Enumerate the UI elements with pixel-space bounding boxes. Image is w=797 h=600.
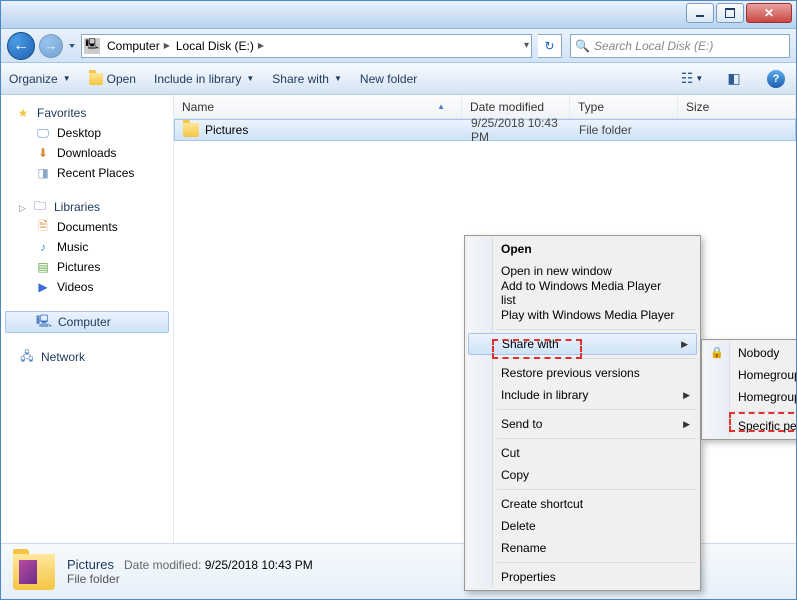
computer-icon: 🖳 bbox=[84, 38, 100, 54]
column-date[interactable]: Date modified bbox=[462, 95, 570, 118]
ctx-homegroup-readwrite[interactable]: Homegroup (Read/Write) bbox=[704, 386, 797, 408]
details-date-label: Date modified: bbox=[124, 558, 201, 572]
ctx-rename[interactable]: Rename bbox=[467, 537, 698, 559]
context-menu: Open Open in new window Add to Windows M… bbox=[464, 235, 701, 591]
address-bar[interactable]: 🖳 Computer▶ Local Disk (E:)▶ ▾ bbox=[81, 34, 532, 58]
refresh-button[interactable]: ↻ bbox=[538, 34, 562, 58]
computer-icon: 🖳 bbox=[36, 314, 52, 330]
navigation-pane: ★Favorites 🖵Desktop ⬇Downloads ◨Recent P… bbox=[1, 95, 173, 543]
ctx-include-in-library[interactable]: Include in library▶ bbox=[467, 384, 698, 406]
search-icon: 🔍 bbox=[575, 39, 590, 53]
desktop-icon: 🖵 bbox=[35, 125, 51, 141]
documents-icon: 🗎 bbox=[35, 219, 51, 235]
sidebar-documents[interactable]: 🗎Documents bbox=[1, 217, 173, 237]
ctx-create-shortcut[interactable]: Create shortcut bbox=[467, 493, 698, 515]
folder-icon bbox=[183, 123, 199, 137]
open-button[interactable]: Open bbox=[89, 72, 136, 86]
nav-history-dropdown[interactable] bbox=[69, 44, 75, 48]
sidebar-music[interactable]: ♪Music bbox=[1, 237, 173, 257]
help-button[interactable]: ? bbox=[764, 70, 788, 88]
sidebar-computer[interactable]: 🖳Computer bbox=[5, 311, 169, 333]
nav-bar: ← → 🖳 Computer▶ Local Disk (E:)▶ ▾ ↻ 🔍 S… bbox=[1, 29, 796, 63]
downloads-icon: ⬇ bbox=[35, 145, 51, 161]
preview-pane-button[interactable]: ◧ bbox=[722, 70, 746, 87]
lock-icon: 🔒 bbox=[710, 346, 724, 360]
include-in-library-button[interactable]: Include in library▼ bbox=[154, 72, 254, 86]
ctx-delete[interactable]: Delete bbox=[467, 515, 698, 537]
organize-button[interactable]: Organize▼ bbox=[9, 72, 71, 86]
column-size[interactable]: Size bbox=[678, 95, 796, 118]
toolbar: Organize▼ Open Include in library▼ Share… bbox=[1, 63, 796, 95]
ctx-cut[interactable]: Cut bbox=[467, 442, 698, 464]
music-icon: ♪ bbox=[35, 239, 51, 255]
sidebar-favorites[interactable]: ★Favorites bbox=[1, 103, 173, 123]
folder-thumbnail-icon bbox=[13, 554, 55, 590]
column-name[interactable]: Name▲ bbox=[174, 95, 462, 118]
view-options-button[interactable]: ☷▼ bbox=[680, 70, 704, 87]
ctx-restore-versions[interactable]: Restore previous versions bbox=[467, 362, 698, 384]
ctx-properties[interactable]: Properties bbox=[467, 566, 698, 588]
file-type: File folder bbox=[571, 123, 679, 137]
titlebar: ✕ bbox=[1, 1, 796, 29]
star-icon: ★ bbox=[15, 105, 31, 121]
content-area: ★Favorites 🖵Desktop ⬇Downloads ◨Recent P… bbox=[1, 95, 796, 543]
ctx-add-wmp-list[interactable]: Add to Windows Media Player list bbox=[467, 282, 698, 304]
submenu-arrow-icon: ▶ bbox=[683, 390, 690, 401]
search-placeholder: Search Local Disk (E:) bbox=[594, 39, 713, 53]
submenu-arrow-icon: ▶ bbox=[681, 339, 688, 350]
details-date: 9/25/2018 10:43 PM bbox=[205, 558, 313, 572]
recent-icon: ◨ bbox=[35, 165, 51, 181]
sidebar-pictures[interactable]: ▤Pictures bbox=[1, 257, 173, 277]
sidebar-videos[interactable]: ▶Videos bbox=[1, 277, 173, 297]
breadcrumb-computer[interactable]: Computer▶ bbox=[104, 35, 173, 57]
address-dropdown-icon[interactable]: ▾ bbox=[524, 40, 529, 51]
sidebar-downloads[interactable]: ⬇Downloads bbox=[1, 143, 173, 163]
breadcrumb-local-disk[interactable]: Local Disk (E:)▶ bbox=[173, 35, 267, 57]
details-name: Pictures bbox=[67, 557, 114, 572]
sidebar-network[interactable]: 🖧Network bbox=[1, 347, 173, 367]
ctx-open[interactable]: Open bbox=[467, 238, 698, 260]
maximize-button[interactable] bbox=[716, 3, 744, 23]
ctx-copy[interactable]: Copy bbox=[467, 464, 698, 486]
ctx-send-to[interactable]: Send to▶ bbox=[467, 413, 698, 435]
libraries-icon: 🗀 bbox=[32, 199, 48, 215]
folder-icon bbox=[89, 73, 103, 85]
explorer-window: ✕ ← → 🖳 Computer▶ Local Disk (E:)▶ ▾ ↻ 🔍… bbox=[0, 0, 797, 600]
file-name: Pictures bbox=[205, 123, 248, 137]
ctx-specific-people[interactable]: Specific people... bbox=[704, 415, 797, 437]
ctx-nobody[interactable]: 🔒Nobody bbox=[704, 342, 797, 364]
share-with-button[interactable]: Share with▼ bbox=[272, 72, 342, 86]
videos-icon: ▶ bbox=[35, 279, 51, 295]
sidebar-recent-places[interactable]: ◨Recent Places bbox=[1, 163, 173, 183]
close-button[interactable]: ✕ bbox=[746, 3, 792, 23]
ctx-share-with[interactable]: Share with▶ bbox=[468, 333, 697, 355]
ctx-homegroup-read[interactable]: Homegroup (Read) bbox=[704, 364, 797, 386]
sidebar-desktop[interactable]: 🖵Desktop bbox=[1, 123, 173, 143]
forward-button[interactable]: → bbox=[39, 34, 63, 58]
file-row-pictures[interactable]: Pictures 9/25/2018 10:43 PM File folder bbox=[174, 119, 796, 141]
search-input[interactable]: 🔍 Search Local Disk (E:) bbox=[570, 34, 790, 58]
new-folder-button[interactable]: New folder bbox=[360, 72, 417, 86]
details-type: File folder bbox=[67, 572, 313, 586]
ctx-play-wmp[interactable]: Play with Windows Media Player bbox=[467, 304, 698, 326]
file-date: 9/25/2018 10:43 PM bbox=[463, 116, 571, 144]
sidebar-libraries[interactable]: ▷🗀Libraries bbox=[1, 197, 173, 217]
submenu-arrow-icon: ▶ bbox=[683, 419, 690, 430]
sort-arrow-icon: ▲ bbox=[437, 102, 445, 111]
network-icon: 🖧 bbox=[19, 349, 35, 365]
share-with-submenu: 🔒Nobody Homegroup (Read) Homegroup (Read… bbox=[701, 339, 797, 440]
pictures-icon: ▤ bbox=[35, 259, 51, 275]
file-list-pane: Name▲ Date modified Type Size Pictures 9… bbox=[173, 95, 796, 543]
column-type[interactable]: Type bbox=[570, 95, 678, 118]
back-button[interactable]: ← bbox=[7, 32, 35, 60]
expand-icon[interactable]: ▷ bbox=[19, 203, 28, 212]
minimize-button[interactable] bbox=[686, 3, 714, 23]
